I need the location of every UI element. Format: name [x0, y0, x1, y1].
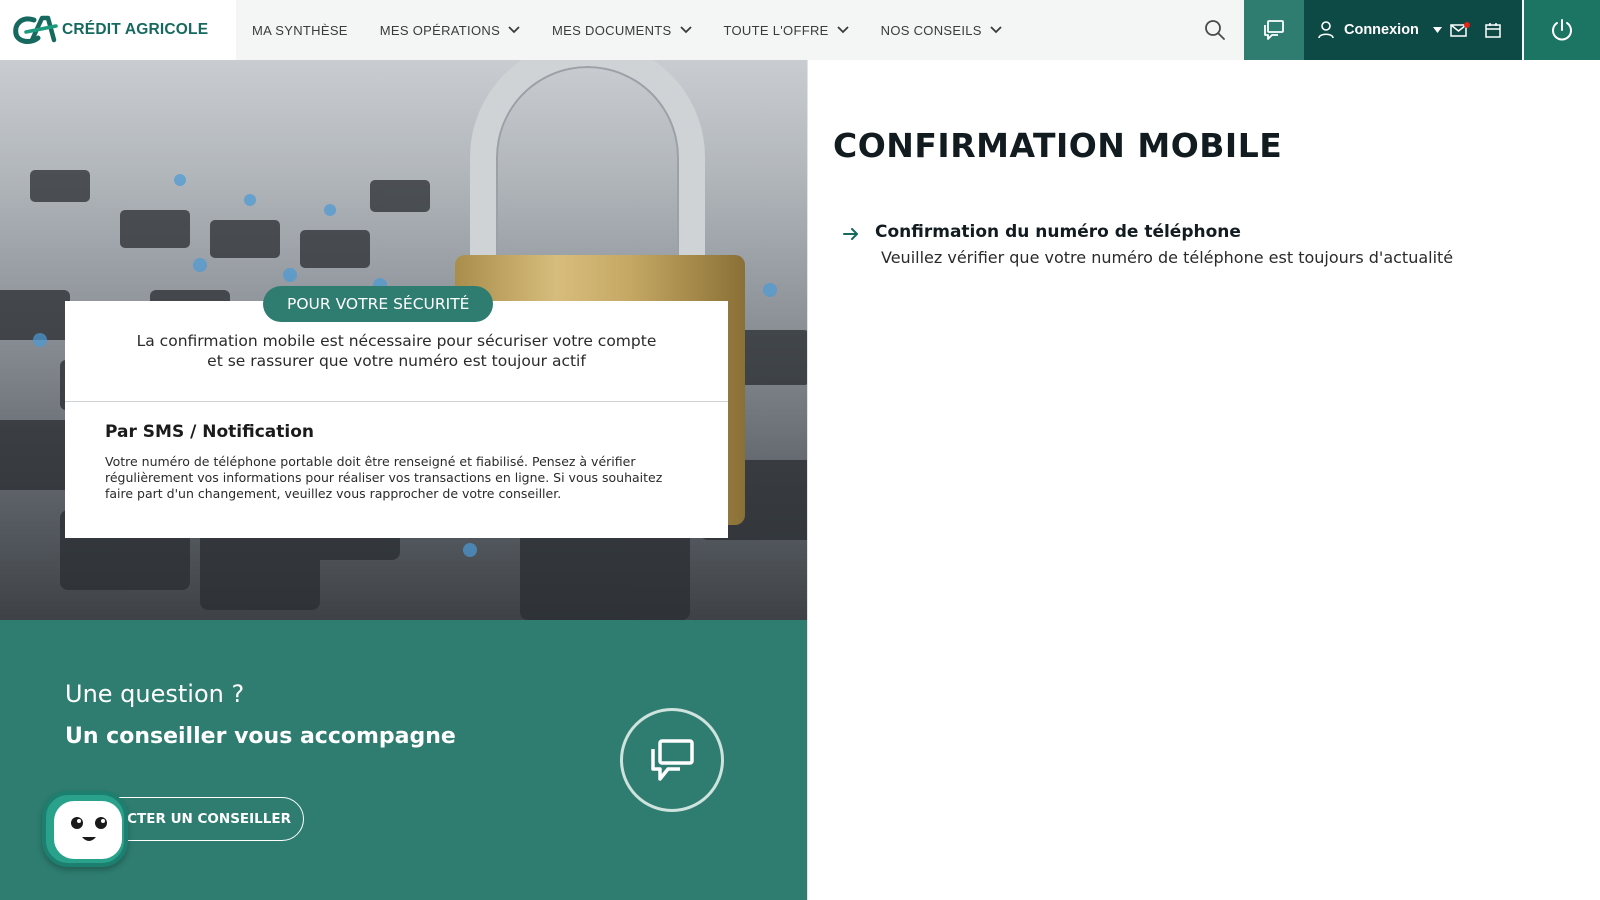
chat-icon: [651, 739, 694, 781]
main-nav: MA SYNTHÈSE MES OPÉRATIONS MES DOCUMENTS…: [236, 0, 1186, 60]
step-text: Confirmation du numéro de téléphone Veui…: [875, 222, 1453, 267]
power-icon: [1552, 19, 1572, 41]
nav-item-label: MA SYNTHÈSE: [252, 22, 348, 38]
cta-question: Une question ?: [65, 680, 245, 708]
chat-bubble-button[interactable]: [620, 708, 724, 812]
nav-item-synthese[interactable]: MA SYNTHÈSE: [236, 0, 364, 60]
account-menu[interactable]: Connexion: [1304, 0, 1522, 60]
caret-down-icon: [1432, 27, 1442, 33]
bot-face-icon: [71, 817, 107, 841]
nav-item-conseils[interactable]: NOS CONSEILS: [865, 0, 1018, 60]
notification-dot: [1463, 21, 1470, 28]
sms-method-section: Par SMS / Notification Votre numéro de t…: [65, 402, 728, 538]
arrow-right-icon: [843, 228, 858, 240]
intro-line-2: et se rassurer que votre numéro est touj…: [207, 352, 586, 370]
header-divider: [1522, 0, 1524, 60]
nav-item-label: MES DOCUMENTS: [552, 22, 672, 38]
chevron-down-icon: [990, 26, 1002, 34]
chatbot-face: [54, 801, 122, 859]
calendar-icon: [1485, 23, 1501, 38]
chatbot-avatar-button[interactable]: [42, 791, 128, 867]
account-label: Connexion: [1344, 22, 1419, 38]
search-button[interactable]: [1186, 0, 1244, 60]
method-title: Par SMS / Notification: [105, 422, 314, 442]
ca-logo-icon: [13, 15, 58, 44]
cta-subtitle: Un conseiller vous accompagne: [65, 724, 456, 749]
security-info-card: La confirmation mobile est nécessaire po…: [65, 301, 728, 538]
chevron-down-icon: [836, 26, 849, 34]
nav-item-offre[interactable]: TOUTE L'OFFRE: [708, 0, 865, 60]
calendar-button[interactable]: [1485, 22, 1501, 38]
mail-button[interactable]: [1450, 21, 1470, 37]
search-icon: [1205, 20, 1225, 40]
nav-item-label: NOS CONSEILS: [880, 22, 982, 38]
step-description: Veuillez vérifier que votre numéro de té…: [881, 248, 1454, 267]
chevron-down-icon: [679, 26, 692, 34]
step-title: Confirmation du numéro de téléphone: [875, 222, 1241, 242]
brand-logo[interactable]: CRÉDIT AGRICOLE: [0, 0, 236, 60]
nav-item-label: MES OPÉRATIONS: [379, 22, 501, 38]
chat-icon: [1264, 20, 1284, 40]
nav-item-documents[interactable]: MES DOCUMENTS: [536, 0, 707, 60]
user-icon: [1318, 21, 1334, 39]
nav-item-label: TOUTE L'OFFRE: [723, 22, 829, 38]
chevron-down-icon: [508, 26, 520, 34]
method-description: Votre numéro de téléphone portable doit …: [105, 454, 663, 501]
logout-button[interactable]: [1524, 0, 1600, 60]
chat-button[interactable]: [1244, 0, 1304, 60]
nav-item-operations[interactable]: MES OPÉRATIONS: [364, 0, 536, 60]
top-header: CRÉDIT AGRICOLE MA SYNTHÈSE MES OPÉRATIO…: [0, 0, 1600, 60]
main-content: CONFIRMATION MOBILE Confirmation du numé…: [807, 60, 1600, 900]
intro-line-1: La confirmation mobile est nécessaire po…: [136, 332, 657, 350]
security-badge: POUR VOTRE SÉCURITÉ: [263, 286, 494, 322]
page-title: CONFIRMATION MOBILE: [833, 126, 1283, 165]
brand-name: CRÉDIT AGRICOLE: [62, 21, 209, 38]
step-item[interactable]: Confirmation du numéro de téléphone Veui…: [843, 222, 1453, 267]
